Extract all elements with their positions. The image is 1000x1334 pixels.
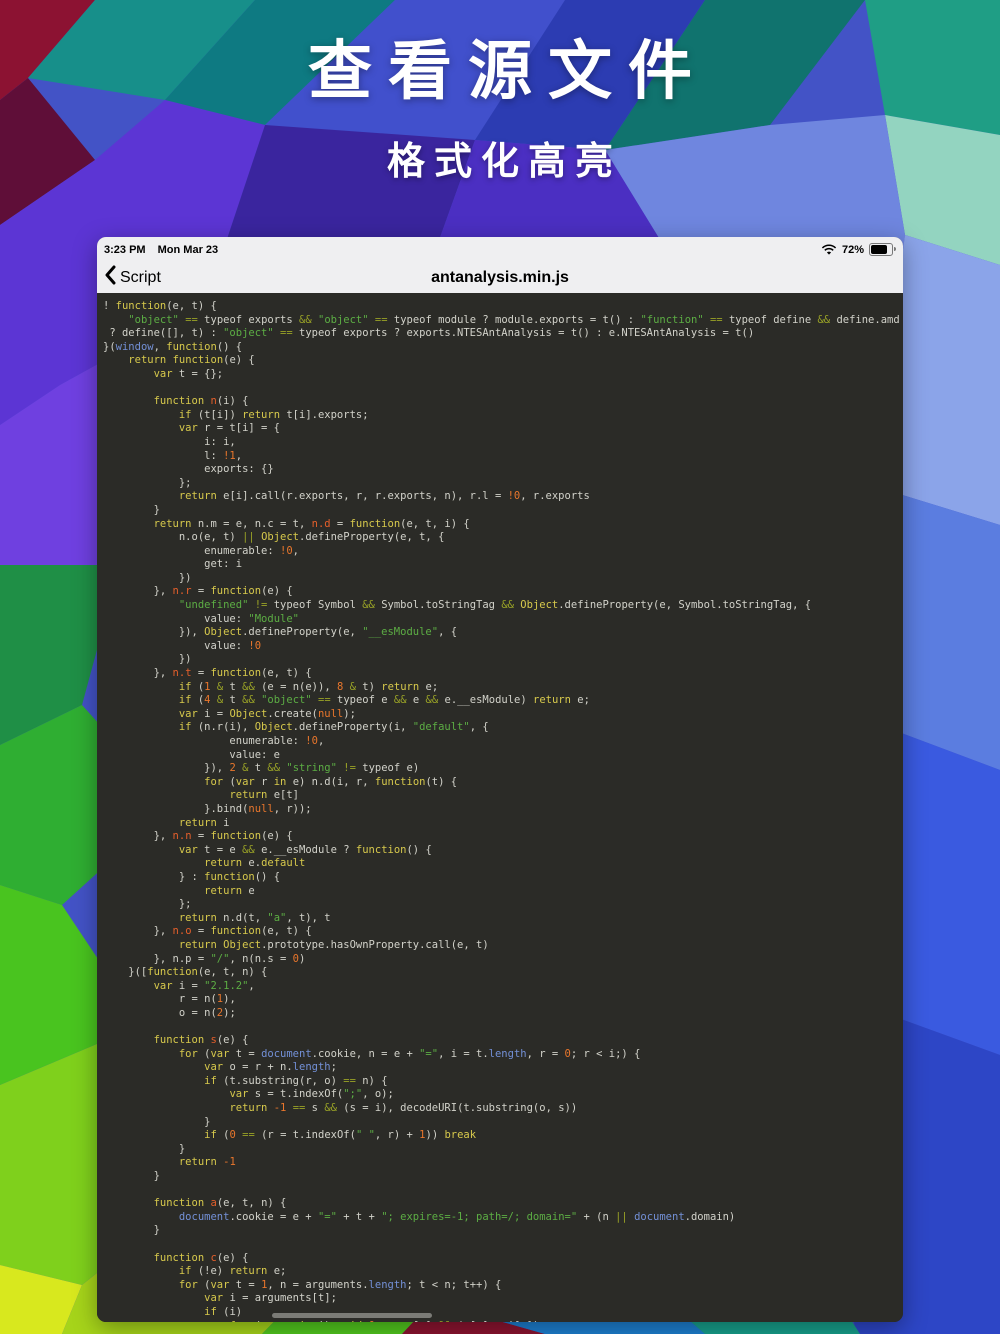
code-line: o = n(2); xyxy=(103,1007,903,1021)
code-line: return Object.prototype.hasOwnProperty.c… xyxy=(103,939,903,953)
code-line: } xyxy=(103,1116,903,1130)
code-line: ? define([], t) : "object" == typeof exp… xyxy=(103,327,903,341)
chevron-left-icon xyxy=(104,265,116,290)
code-line: var s = t.indexOf(";", o); xyxy=(103,1088,903,1102)
code-line: exports: {} xyxy=(103,463,903,477)
code-line: }([function(e, t, n) { xyxy=(103,966,903,980)
code-line: }, n.o = function(e, t) { xyxy=(103,925,903,939)
code-line: }, n.p = "/", n(n.s = 0) xyxy=(103,953,903,967)
code-line: "object" == typeof exports && "object" =… xyxy=(103,314,903,328)
code-line: return n.m = e, n.c = t, n.d = function(… xyxy=(103,518,903,532)
code-line: var i = "2.1.2", xyxy=(103,980,903,994)
code-line: return n.d(t, "a", t), t xyxy=(103,912,903,926)
code-line: }, n.n = function(e) { xyxy=(103,830,903,844)
code-line: var t = {}; xyxy=(103,368,903,382)
code-line: var i = Object.create(null); xyxy=(103,708,903,722)
code-line: if (t[i]) return t[i].exports; xyxy=(103,409,903,423)
code-line: }) xyxy=(103,572,903,586)
wifi-icon xyxy=(821,244,837,256)
code-line: return e.default xyxy=(103,857,903,871)
code-line: return -1 xyxy=(103,1156,903,1170)
code-line xyxy=(103,1020,903,1034)
code-content: ! function(e, t) { "object" == typeof ex… xyxy=(97,293,903,1322)
window-chrome: 3:23 PM Mon Mar 23 72% antanalysis.min.j… xyxy=(97,237,903,293)
code-line: } xyxy=(103,1224,903,1238)
status-left: 3:23 PM Mon Mar 23 xyxy=(104,244,227,256)
code-line: "undefined" != typeof Symbol && Symbol.t… xyxy=(103,599,903,613)
code-line: for (var t = document.cookie, n = e + "=… xyxy=(103,1048,903,1062)
code-line: } xyxy=(103,1170,903,1184)
hero-subtitle: 格式化高亮 xyxy=(0,130,1000,185)
code-viewer[interactable]: ! function(e, t) { "object" == typeof ex… xyxy=(97,293,903,1322)
code-line: get: i xyxy=(103,558,903,572)
code-line: }), 2 & t && "string" != typeof e) xyxy=(103,762,903,776)
code-line: return -1 == s && (s = i), decodeURI(t.s… xyxy=(103,1102,903,1116)
code-line: enumerable: !0, xyxy=(103,545,903,559)
status-bar: 3:23 PM Mon Mar 23 72% xyxy=(97,237,903,260)
back-button[interactable]: Script xyxy=(104,265,161,290)
code-line: } : function() { xyxy=(103,871,903,885)
back-label: Script xyxy=(120,269,161,287)
code-line xyxy=(103,1238,903,1252)
code-line: r = n(1), xyxy=(103,993,903,1007)
code-line: enumerable: !0, xyxy=(103,735,903,749)
code-line xyxy=(103,382,903,396)
code-line: }) xyxy=(103,653,903,667)
code-line: for (var t = 1, n = arguments.length; t … xyxy=(103,1279,903,1293)
code-line: if (0 == (r = t.indexOf(" ", r) + 1)) br… xyxy=(103,1129,903,1143)
code-line: i: i, xyxy=(103,436,903,450)
code-line: if (4 & t && "object" == typeof e && e &… xyxy=(103,694,903,708)
code-line: value: "Module" xyxy=(103,613,903,627)
code-line: value: !0 xyxy=(103,640,903,654)
hero-banner: 查看源文件 格式化高亮 xyxy=(0,0,1000,185)
hero-title: 查看源文件 xyxy=(0,20,1000,112)
code-line: }, n.r = function(e) { xyxy=(103,585,903,599)
code-line: if (1 & t && (e = n(e)), 8 & t) return e… xyxy=(103,681,903,695)
code-line: document.cookie = e + "=" + t + "; expir… xyxy=(103,1211,903,1225)
code-line: var t = e && e.__esModule ? function() { xyxy=(103,844,903,858)
code-line: }, n.t = function(e, t) { xyxy=(103,667,903,681)
code-line: } xyxy=(103,504,903,518)
battery-percent: 72% xyxy=(842,244,864,256)
code-line: return e[t] xyxy=(103,789,903,803)
code-line xyxy=(103,1184,903,1198)
status-time: 3:23 PM xyxy=(104,244,146,256)
code-line: function a(e, t, n) { xyxy=(103,1197,903,1211)
code-line: return e[i].call(r.exports, r, r.exports… xyxy=(103,490,903,504)
code-line: return function(e) { xyxy=(103,354,903,368)
code-line: function s(e) { xyxy=(103,1034,903,1048)
code-line: for (var r in i) void 0 === e[r] && (e[r… xyxy=(103,1320,903,1322)
code-line: function n(i) { xyxy=(103,395,903,409)
code-line: if (n.r(i), Object.defineProperty(i, "de… xyxy=(103,721,903,735)
code-line: l: !1, xyxy=(103,450,903,464)
page-title: antanalysis.min.js xyxy=(97,269,903,287)
battery-icon xyxy=(869,243,893,256)
code-line: if (i) xyxy=(103,1306,903,1320)
code-line: if (!e) return e; xyxy=(103,1265,903,1279)
status-right: 72% xyxy=(821,243,893,256)
code-line: n.o(e, t) || Object.defineProperty(e, t,… xyxy=(103,531,903,545)
code-line: }; xyxy=(103,477,903,491)
horizontal-scrollbar[interactable] xyxy=(272,1313,432,1318)
code-line: value: e xyxy=(103,749,903,763)
status-date: Mon Mar 23 xyxy=(158,244,219,256)
navigation-bar: antanalysis.min.js Script xyxy=(97,260,903,295)
code-line: var r = t[i] = { xyxy=(103,422,903,436)
code-line: function c(e) { xyxy=(103,1252,903,1266)
code-line: return i xyxy=(103,817,903,831)
code-line: for (var r in e) n.d(i, r, function(t) { xyxy=(103,776,903,790)
code-line: var i = arguments[t]; xyxy=(103,1292,903,1306)
app-window: 3:23 PM Mon Mar 23 72% antanalysis.min.j… xyxy=(97,237,903,1322)
code-line: if (t.substring(r, o) == n) { xyxy=(103,1075,903,1089)
code-line: return e xyxy=(103,885,903,899)
code-line: var o = r + n.length; xyxy=(103,1061,903,1075)
code-line: }; xyxy=(103,898,903,912)
code-line: } xyxy=(103,1143,903,1157)
code-line: ! function(e, t) { xyxy=(103,300,903,314)
code-line: }), Object.defineProperty(e, "__esModule… xyxy=(103,626,903,640)
code-line: }(window, function() { xyxy=(103,341,903,355)
code-line: }.bind(null, r)); xyxy=(103,803,903,817)
